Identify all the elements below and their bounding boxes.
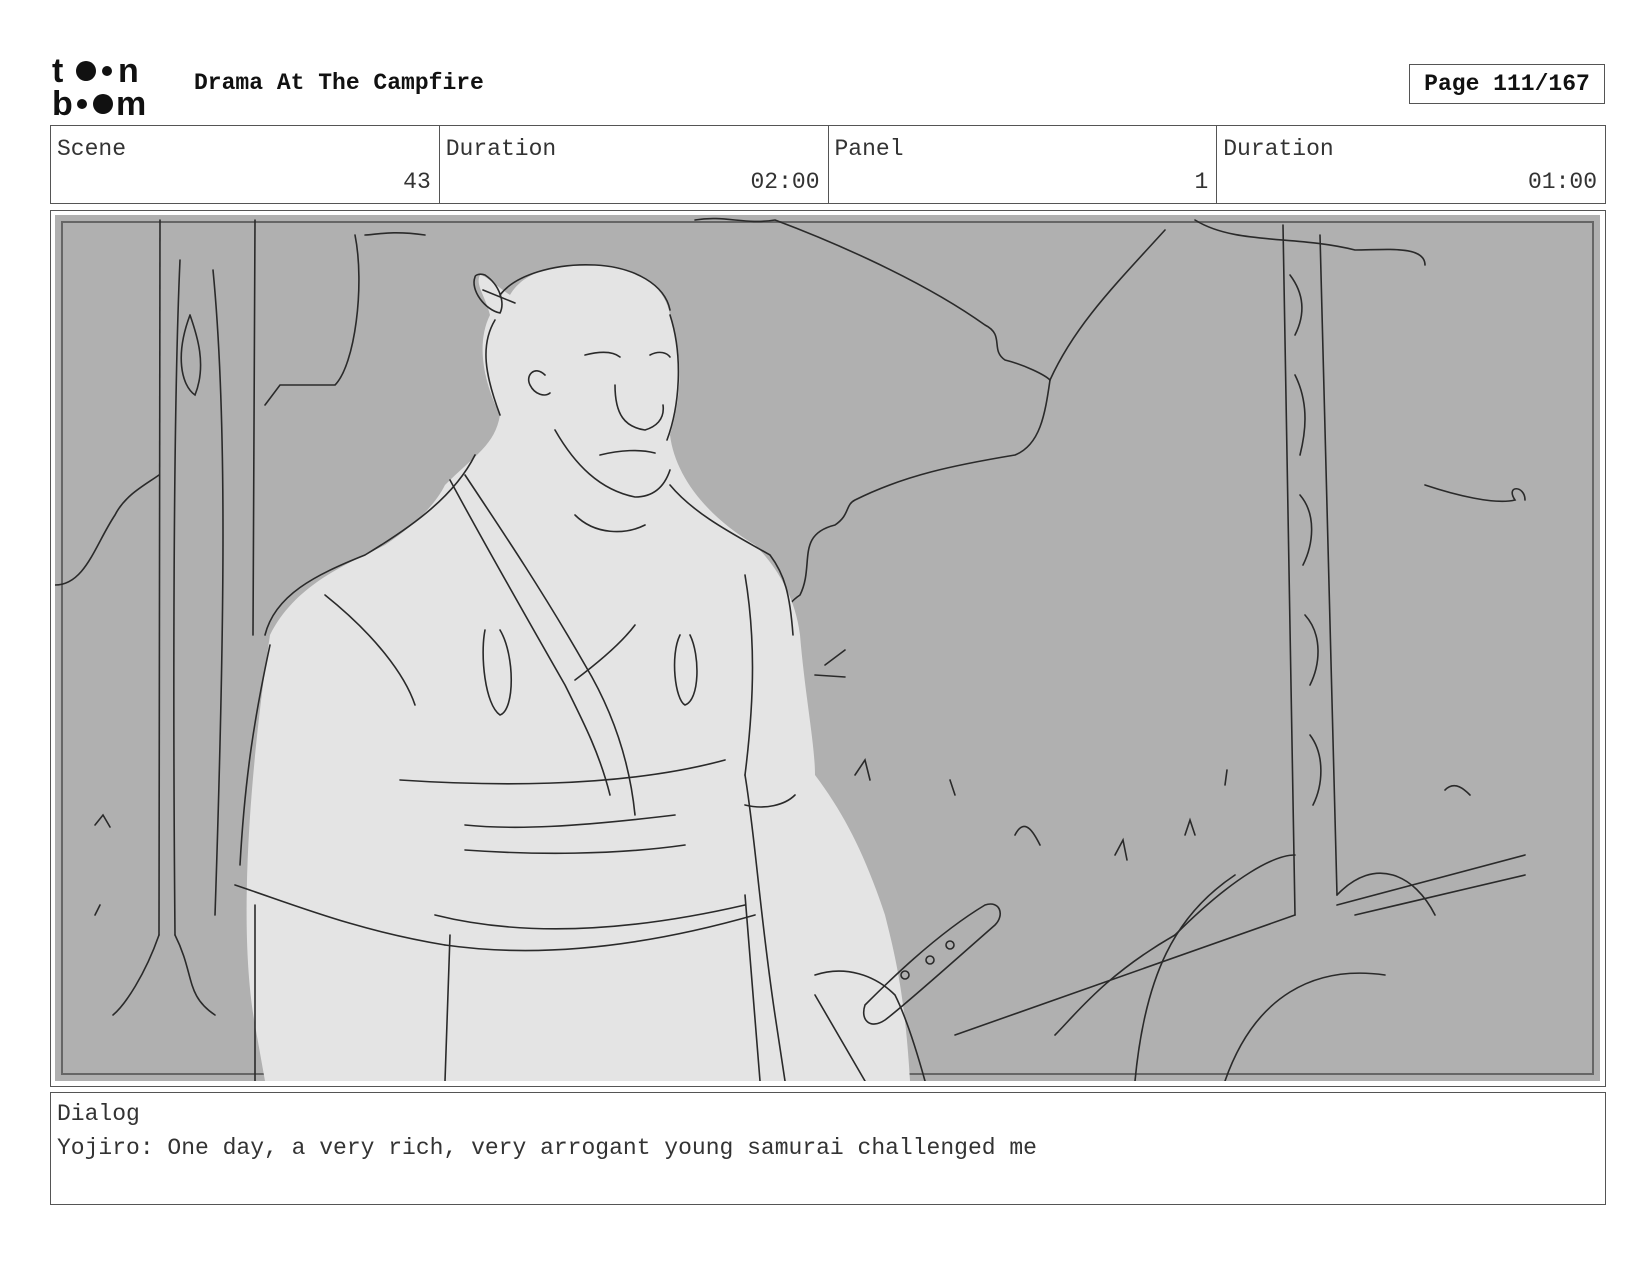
svg-text:m: m [116, 85, 146, 118]
dialog-label: Dialog [57, 1101, 140, 1127]
dialog-box: Dialog Yojiro: One day, a very rich, ver… [50, 1092, 1606, 1205]
panel-duration-value: 01:00 [1527, 169, 1597, 195]
panel-label: Panel [834, 136, 904, 162]
document-title: Drama At The Campfire [194, 70, 484, 96]
storyboard-panel [50, 210, 1606, 1087]
panel-duration-label: Duration [1223, 136, 1334, 162]
panel-value: 1 [1194, 169, 1209, 195]
panel-duration-cell: Duration 01:00 [1217, 126, 1605, 203]
scene-cell: Scene 43 [51, 126, 440, 203]
scene-duration-label: Duration [445, 136, 557, 162]
toon-boom-logo: t n b m [52, 52, 146, 118]
scene-duration-value: 02:00 [750, 169, 820, 195]
scene-info-table: Scene 43 Duration 02:00 Panel 1 Duration… [50, 125, 1606, 204]
svg-text:b: b [52, 85, 73, 118]
scene-value: 43 [403, 169, 431, 195]
scene-label: Scene [57, 136, 127, 162]
panel-cell: Panel 1 [829, 126, 1218, 203]
page-indicator: Page 111/167 [1409, 64, 1605, 104]
scene-duration-cell: Duration 02:00 [440, 126, 829, 203]
panel-sketch [55, 215, 1600, 1081]
dialog-text: Yojiro: One day, a very rich, very arrog… [57, 1135, 1037, 1161]
